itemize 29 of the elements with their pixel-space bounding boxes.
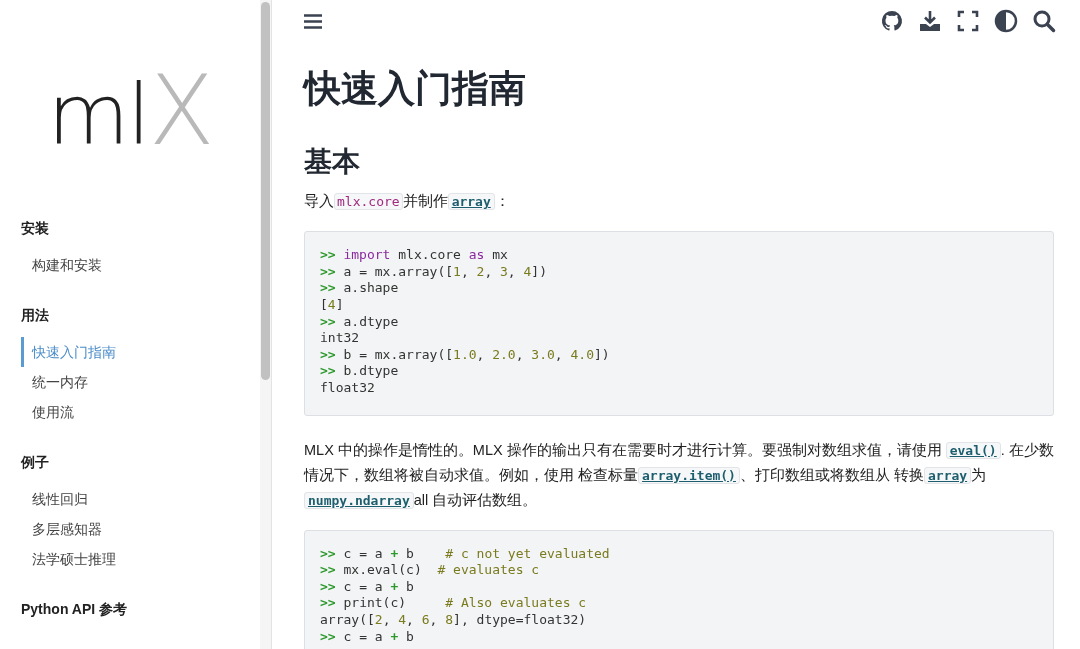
contrast-icon[interactable] — [994, 9, 1018, 33]
sidebar-heading: 例子 — [21, 453, 50, 472]
section-heading: 基本 — [304, 145, 361, 180]
sidebar-link[interactable]: 构建和安装 — [21, 250, 260, 280]
download-icon[interactable] — [918, 9, 942, 33]
github-icon[interactable] — [880, 9, 904, 33]
search-icon[interactable] — [1032, 9, 1056, 33]
logo: mlX — [47, 62, 213, 159]
code-link[interactable]: numpy.ndarray — [304, 491, 414, 509]
fullscreen-icon[interactable] — [956, 9, 980, 33]
code-link[interactable]: eval() — [945, 441, 1001, 459]
sidebar-link[interactable]: 统一内存 — [21, 367, 260, 397]
sidebar-heading: 用法 — [21, 306, 50, 325]
code-link[interactable]: array.item() — [638, 466, 740, 484]
code-block: >> c = a + b # c not yet evaluated >> mx.eval(c) # evaluates c >> c = a + b >> print(c) # Also evaluates c array([2, 4, 6, 8], dtype=float32) >> c = a + b — [304, 529, 1054, 649]
sidebar-link[interactable]: 法学硕士推理 — [21, 544, 260, 574]
page-title: 快速入门指南 — [304, 67, 527, 111]
paragraph: MLX 中的操作是惰性的。MLX 操作的输出只有在需要时才进行计算。要强制对数组求值，请使用 eval() . 在少数情况下，数组将被自动求值。例如，使用 检查标量 array.item() 、打印数组或将数组从 转换 array 为 numpy.ndarray all 自动评估数组。 — [304, 440, 1054, 511]
scrollbar-thumb[interactable] — [261, 2, 270, 380]
code-block: >> import mlx.core as mx >> a = mx.array([1, 2, 3, 4]) >> a.shape [4] >> a.dtype int32 >> b = mx.array([1.0, 2.0, 3.0, 4.0]) >> b.dtype float32 — [304, 231, 1054, 416]
sidebar-link[interactable]: 多层感知器 — [21, 514, 260, 544]
code-link[interactable]: array — [924, 466, 972, 484]
code-link[interactable]: array — [447, 193, 495, 211]
sidebar-heading: Python API 参考 — [21, 600, 129, 619]
menu-icon[interactable] — [304, 13, 322, 29]
sidebar-link[interactable]: 线性回归 — [21, 484, 260, 514]
sidebar-heading: 安装 — [21, 219, 50, 238]
paragraph: 导入 mlx.core 并制作 array ： — [304, 192, 511, 213]
sidebar-link[interactable]: 使用流 — [21, 397, 260, 427]
